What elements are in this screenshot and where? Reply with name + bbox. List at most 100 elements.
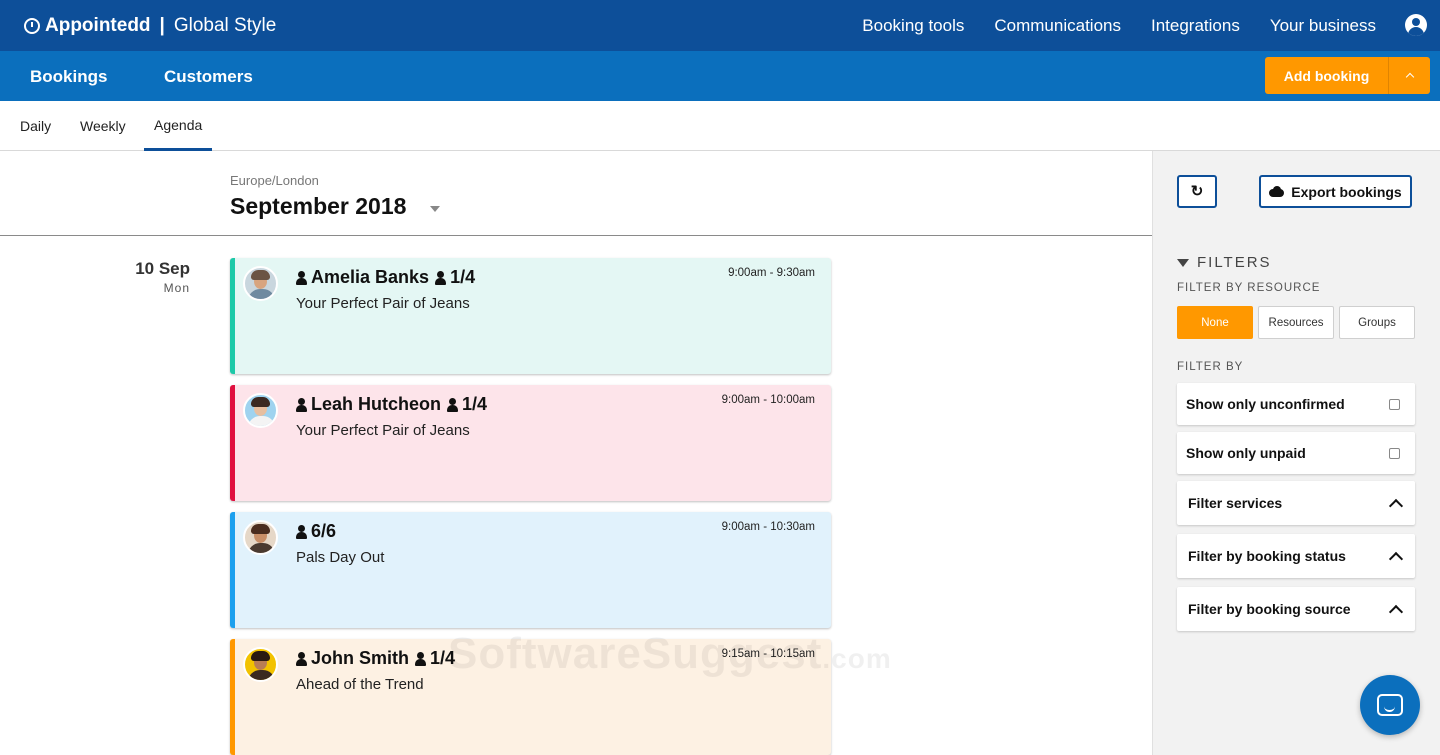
person-icon <box>447 397 459 412</box>
tab-weekly[interactable]: Weekly <box>80 101 126 151</box>
person-icon <box>296 651 307 666</box>
booking-color-stripe <box>230 258 235 374</box>
booking-card[interactable]: Leah Hutcheon 1/4 Your Perfect Pair of J… <box>230 385 831 501</box>
booking-card[interactable]: Amelia Banks 1/4 Your Perfect Pair of Je… <box>230 258 831 374</box>
app-name: Appointedd <box>45 14 151 36</box>
booking-capacity: 1/4 <box>462 394 488 414</box>
resource-filter-group: None Resources Groups <box>1177 306 1415 339</box>
show-unconfirmed-checkbox[interactable] <box>1389 398 1400 410</box>
nav-customers[interactable]: Customers <box>164 67 253 87</box>
watermark-tld: .com <box>822 643 892 674</box>
chevron-up-icon <box>1388 498 1404 513</box>
nav-booking-tools[interactable]: Booking tools <box>862 16 964 36</box>
chevron-up-icon <box>1405 72 1414 82</box>
show-unpaid-toggle[interactable]: Show only unpaid <box>1177 432 1415 474</box>
top-nav-menu: Booking tools Communications Integration… <box>862 16 1376 36</box>
brand-separator: | <box>159 14 165 36</box>
service-name: Pals Day Out <box>296 549 385 566</box>
month-title: September 2018 <box>230 193 407 219</box>
filter-booking-status-accordion[interactable]: Filter by booking status <box>1177 534 1415 578</box>
timezone-label: Europe/London <box>230 173 319 188</box>
person-icon <box>296 524 307 539</box>
tab-daily[interactable]: Daily <box>20 101 51 151</box>
booking-card[interactable]: 6/6 Pals Day Out 9:00am - 10:30am <box>230 512 831 628</box>
date-weekday: Mon <box>163 281 190 295</box>
nav-integrations[interactable]: Integrations <box>1151 16 1240 36</box>
service-name: Your Perfect Pair of Jeans <box>296 422 470 439</box>
booking-time: 9:00am - 9:30am <box>728 267 815 279</box>
date-day: 10 Sep <box>135 259 190 278</box>
booking-title: 6/6 <box>296 521 336 542</box>
chat-icon <box>1377 694 1403 716</box>
resource-filter-groups[interactable]: Groups <box>1339 306 1415 339</box>
filter-by-heading: FILTER BY <box>1177 361 1244 373</box>
customer-name: Amelia Banks <box>311 267 430 287</box>
header-divider <box>0 235 1152 236</box>
add-booking-dropdown-toggle[interactable] <box>1388 57 1430 94</box>
customer-name: John Smith <box>311 648 409 668</box>
export-bookings-button[interactable]: Export bookings <box>1259 175 1412 208</box>
month-dropdown-caret-icon[interactable] <box>430 206 440 212</box>
filter-booking-status-label: Filter by booking status <box>1188 548 1346 564</box>
booking-time: 9:00am - 10:00am <box>721 394 815 406</box>
filter-booking-source-label: Filter by booking source <box>1188 601 1351 617</box>
add-booking-button[interactable]: Add booking <box>1265 57 1388 94</box>
person-icon <box>435 270 447 285</box>
brand[interactable]: Appointedd | Global Style <box>24 15 276 37</box>
booking-capacity: 1/4 <box>450 267 476 287</box>
resource-filter-none[interactable]: None <box>1177 306 1253 339</box>
person-icon <box>415 651 426 666</box>
customer-avatar <box>243 393 278 428</box>
watermark: SoftwareSuggest.com <box>448 629 892 679</box>
booking-capacity: 6/6 <box>311 521 337 541</box>
show-unconfirmed-label: Show only unconfirmed <box>1186 396 1345 412</box>
nav-communications[interactable]: Communications <box>994 16 1121 36</box>
chevron-up-icon <box>1388 551 1404 566</box>
booking-color-stripe <box>230 639 235 755</box>
person-icon <box>296 270 307 285</box>
customer-name: Leah Hutcheon <box>311 394 442 414</box>
section-navigation-bar: Bookings Customers Add booking <box>0 51 1440 101</box>
booking-time: 9:00am - 10:30am <box>721 521 815 533</box>
chevron-up-icon <box>1388 604 1404 619</box>
nav-your-business[interactable]: Your business <box>1270 16 1376 36</box>
customer-avatar <box>243 266 278 301</box>
top-navigation-bar: Appointedd | Global Style Booking tools … <box>0 0 1440 51</box>
customer-avatar <box>243 647 278 682</box>
booking-title: Leah Hutcheon 1/4 <box>296 394 487 415</box>
business-name: Global Style <box>173 14 277 36</box>
booking-title: John Smith 1/4 <box>296 648 455 669</box>
nav-bookings[interactable]: Bookings <box>30 67 107 87</box>
funnel-icon <box>1177 258 1189 267</box>
booking-color-stripe <box>230 512 235 628</box>
filter-sidebar: ↻ Export bookings FILTERS FILTER BY RESO… <box>1152 151 1440 755</box>
tab-agenda[interactable]: Agenda <box>144 101 213 151</box>
export-bookings-label: Export bookings <box>1291 183 1402 200</box>
agenda-view: Europe/London September 2018 10 Sep Mon … <box>0 151 1152 755</box>
filter-services-label: Filter services <box>1188 495 1283 511</box>
user-account-icon[interactable] <box>1405 14 1427 36</box>
filter-services-accordion[interactable]: Filter services <box>1177 481 1415 525</box>
show-unconfirmed-toggle[interactable]: Show only unconfirmed <box>1177 383 1415 425</box>
refresh-icon: ↻ <box>1190 183 1204 200</box>
person-icon <box>296 397 307 412</box>
customer-avatar <box>243 520 278 555</box>
service-name: Your Perfect Pair of Jeans <box>296 295 470 312</box>
filters-heading: FILTERS <box>1177 254 1272 271</box>
filter-booking-source-accordion[interactable]: Filter by booking source <box>1177 587 1415 631</box>
filters-heading-label: FILTERS <box>1197 254 1272 271</box>
booking-color-stripe <box>230 385 235 501</box>
refresh-button[interactable]: ↻ <box>1177 175 1217 208</box>
show-unpaid-label: Show only unpaid <box>1186 445 1306 461</box>
service-name: Ahead of the Trend <box>296 676 424 693</box>
watermark-main: SoftwareSuggest <box>448 629 823 678</box>
cloud-download-icon <box>1269 186 1285 197</box>
filter-by-resource-heading: FILTER BY RESOURCE <box>1177 282 1321 294</box>
show-unpaid-checkbox[interactable] <box>1389 447 1400 459</box>
clock-logo-icon <box>24 17 40 34</box>
view-tabs: Daily Weekly Agenda <box>0 101 1440 151</box>
booking-title: Amelia Banks 1/4 <box>296 267 475 288</box>
chat-launcher-button[interactable] <box>1360 675 1420 735</box>
resource-filter-resources[interactable]: Resources <box>1258 306 1334 339</box>
add-booking-split-button: Add booking <box>1265 57 1430 94</box>
